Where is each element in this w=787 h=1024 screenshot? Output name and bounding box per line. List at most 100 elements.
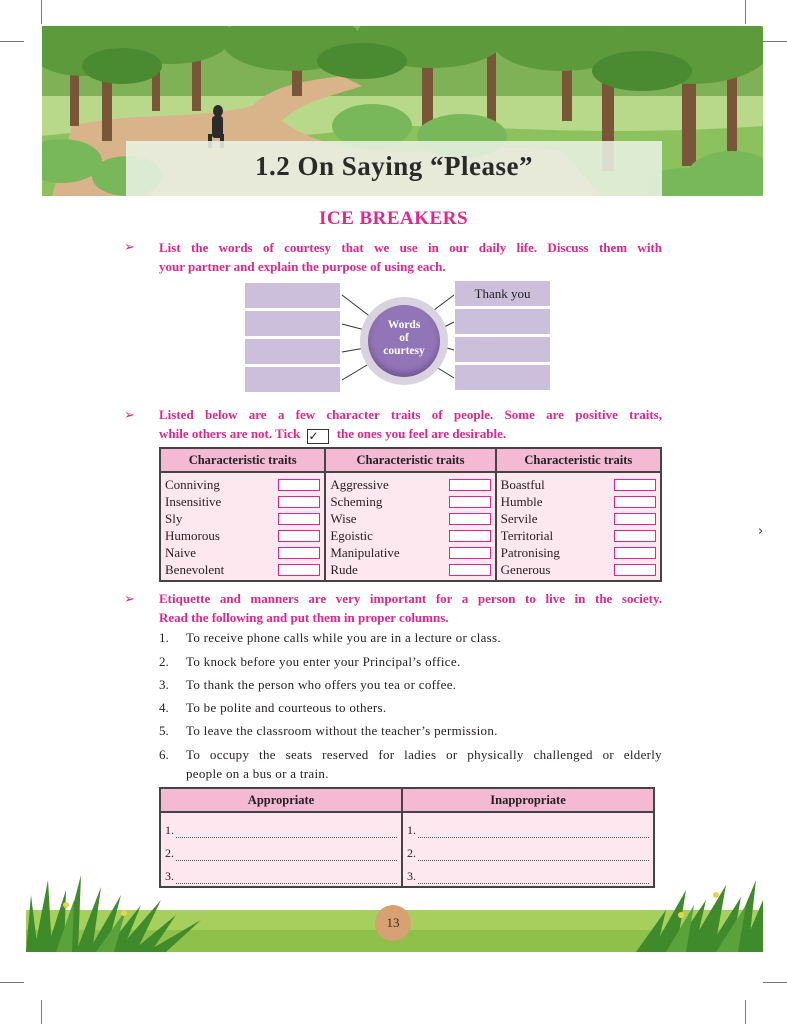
trait-row: Naive — [165, 544, 321, 561]
dotted-line — [418, 850, 649, 861]
center-label-line: courtesy — [383, 345, 425, 357]
center-label-line: of — [399, 332, 409, 344]
trait-row: Benevolent — [165, 561, 321, 578]
trait-checkbox[interactable] — [614, 495, 656, 508]
list-item-number: 4. — [159, 700, 169, 715]
trait-label: Generous — [500, 561, 551, 577]
instruction-line: Etiquette and manners are very important… — [159, 591, 662, 606]
trait-label: Rude — [330, 561, 358, 577]
dotted-line — [418, 827, 649, 838]
instruction-text: the ones you feel are desirable. — [336, 426, 507, 441]
trait-checkbox[interactable] — [448, 478, 491, 491]
trait-checkbox[interactable] — [614, 546, 656, 559]
list-item: To knock before you enter your Principal… — [186, 654, 461, 669]
bullet-arrow-icon: ➢ — [124, 592, 135, 607]
courtesy-word-box[interactable] — [244, 338, 341, 365]
trait-checkbox[interactable] — [448, 529, 491, 542]
manners-header: Appropriate — [158, 787, 404, 813]
answer-number: 2. — [165, 846, 174, 860]
traits-header: Characteristic traits — [158, 447, 327, 473]
list-item-line: people on a bus or a train. — [186, 766, 329, 781]
courtesy-word-box[interactable] — [454, 364, 551, 391]
trait-checkbox[interactable] — [278, 563, 321, 576]
answer-line[interactable]: 1. — [407, 815, 649, 838]
center-label-line: Words — [387, 319, 421, 331]
manners-table: Appropriate Inappropriate 1. 2. 3. 1. 2.… — [158, 787, 655, 888]
trait-row: Aggressive — [330, 476, 491, 493]
list-item-number: 2. — [159, 654, 169, 669]
courtesy-example-label: Thank you — [474, 286, 531, 301]
instruction-line: while others are not. Tick ✓ the ones yo… — [159, 424, 662, 444]
trait-label: Manipulative — [330, 544, 400, 560]
trait-checkbox[interactable] — [614, 478, 656, 491]
trait-row: Patronising — [501, 544, 656, 561]
trait-label: Territorial — [500, 527, 554, 543]
trait-row: Territorial — [501, 527, 656, 544]
traits-header: Characteristic traits — [324, 447, 497, 473]
trait-checkbox[interactable] — [278, 495, 321, 508]
traits-column: Conniving Insensitive Sly Humorous Naive… — [158, 472, 327, 582]
courtesy-word-box[interactable] — [454, 308, 551, 335]
answer-number: 1. — [165, 823, 174, 837]
courtesy-word-box[interactable] — [244, 366, 341, 393]
diagram-center-circle: Words of courtesy — [368, 305, 440, 377]
trait-row: Conniving — [165, 476, 321, 493]
list-item: To occupy the seats reserved for ladies … — [186, 745, 662, 783]
trait-label: Conniving — [165, 476, 220, 492]
answer-line[interactable]: 1. — [165, 815, 398, 838]
courtesy-word-box[interactable]: Thank you — [454, 280, 551, 307]
traits-table: Characteristic traits Characteristic tra… — [158, 447, 663, 582]
answer-line[interactable]: 2. — [165, 838, 398, 861]
manners-header: Inappropriate — [401, 787, 655, 813]
trait-label: Wise — [330, 510, 357, 526]
courtesy-word-box[interactable] — [454, 336, 551, 363]
trait-row: Humble — [501, 493, 656, 510]
trait-checkbox[interactable] — [614, 529, 656, 542]
trait-checkbox[interactable] — [448, 546, 491, 559]
page-number: 13 — [375, 905, 411, 941]
trait-checkbox[interactable] — [278, 478, 321, 491]
trait-label: Aggressive — [330, 476, 389, 492]
trait-row: Scheming — [330, 493, 491, 510]
trait-label: Scheming — [330, 493, 383, 509]
trait-checkbox[interactable] — [448, 495, 491, 508]
instruction-text: while others are not. Tick — [159, 426, 301, 441]
list-item: To be polite and courteous to others. — [186, 700, 387, 715]
list-item: To receive phone calls while you are in … — [186, 630, 501, 645]
courtesy-word-box[interactable] — [244, 282, 341, 309]
answer-number: 2. — [407, 846, 417, 860]
trait-checkbox[interactable] — [278, 529, 321, 542]
trait-checkbox[interactable] — [614, 512, 656, 525]
trait-row: Servile — [501, 510, 656, 527]
instruction-traits: Listed below are a few character traits … — [159, 405, 662, 444]
instruction-line: Listed below are a few character traits … — [159, 407, 662, 422]
answer-number: 1. — [407, 823, 417, 837]
trait-label: Naive — [165, 544, 197, 560]
trait-checkbox[interactable] — [278, 546, 321, 559]
dotted-line — [176, 850, 398, 861]
trait-row: Sly — [165, 510, 321, 527]
trait-row: Rude — [330, 561, 491, 578]
trait-checkbox[interactable] — [448, 512, 491, 525]
trait-checkbox[interactable] — [278, 512, 321, 525]
trait-row: Boastful — [501, 476, 656, 493]
trait-row: Insensitive — [165, 493, 321, 510]
courtesy-word-box[interactable] — [244, 310, 341, 337]
trait-checkbox[interactable] — [614, 563, 656, 576]
tick-sample-icon: ✓ — [307, 429, 330, 444]
instruction-line: Read the following and put them in prope… — [159, 610, 449, 625]
trait-row: Wise — [330, 510, 491, 527]
trait-label: Insensitive — [165, 493, 222, 509]
answer-line[interactable]: 2. — [407, 838, 649, 861]
trait-label: Servile — [500, 510, 538, 526]
chevron-right-icon: › — [758, 524, 764, 539]
instruction-etiquette: Etiquette and manners are very important… — [159, 589, 662, 627]
list-item-number: 6. — [159, 747, 169, 762]
trait-label: Boastful — [500, 476, 545, 492]
trait-checkbox[interactable] — [448, 563, 491, 576]
trait-label: Benevolent — [165, 561, 225, 577]
dotted-line — [176, 827, 398, 838]
traits-column: Aggressive Scheming Wise Egoistic Manipu… — [324, 472, 497, 582]
list-item-number: 3. — [159, 677, 169, 692]
traits-column: Boastful Humble Servile Territorial Patr… — [494, 472, 663, 582]
